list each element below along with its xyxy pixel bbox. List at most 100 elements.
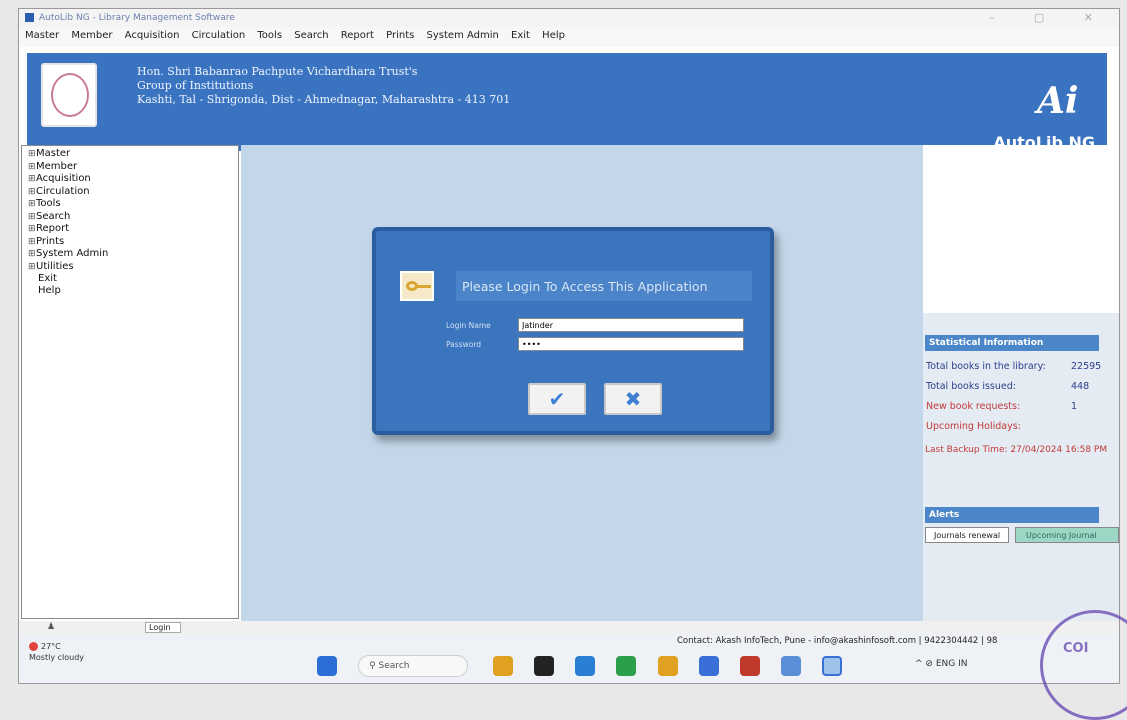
tab-upcoming-journal[interactable]: Upcoming Journal [1015,527,1119,543]
header-banner: Hon. Shri Babanrao Pachpute Vichardhara … [27,53,1107,152]
tree-item-tools[interactable]: ⊞Tools [28,198,238,211]
weather-widget[interactable]: 27°C Mostly cloudy [29,641,84,663]
expand-icon[interactable]: ⊞ [28,174,36,186]
login-name-input[interactable] [518,318,744,332]
contact-info: Contact: Akash InfoTech, Pune - info@aka… [677,636,998,646]
tree-item-system-admin[interactable]: ⊞System Admin [28,248,238,261]
statistics-heading: Statistical Information [925,335,1099,351]
windows-taskbar: 27°C Mostly cloudy Contact: Akash InfoTe… [19,635,1119,683]
tree-item-utilities[interactable]: ⊞Utilities [28,261,238,274]
title-bar: AutoLib NG - Library Management Software… [19,9,1119,27]
tab-journals-renewal[interactable]: Journals renewal [925,527,1009,543]
app-icon-autolib[interactable] [780,656,801,676]
ok-button[interactable]: ✔ [528,383,586,415]
chevron-up-icon[interactable]: ^ [915,659,923,669]
search-icon: ⚲ [369,661,379,671]
app-icon-chat[interactable] [575,656,596,676]
menu-exit[interactable]: Exit [511,30,530,41]
menu-circulation[interactable]: Circulation [192,30,246,41]
expand-icon[interactable]: ⊞ [28,199,36,211]
stat-label: Total books in the library: [926,361,1046,372]
login-dialog: Please Login To Access This Application … [372,227,774,435]
trust-logo [41,63,97,127]
stat-label: Total books issued: [926,381,1016,392]
tree-item-circulation[interactable]: ⊞Circulation [28,186,238,199]
stat-value: 448 [1071,381,1090,392]
window-controls[interactable]: – ▢ ✕ [989,11,1111,24]
login-name-label: Login Name [446,321,491,330]
tree-item-exit[interactable]: Exit [28,273,238,285]
tree-item-master[interactable]: ⊞Master [28,148,238,161]
user-icon: ♟ [47,622,56,632]
stat-row: New book requests: 1 [923,397,1119,417]
taskbar-apps: ⚲ Search [317,655,858,681]
status-login: Login [145,622,181,633]
last-backup-time: Last Backup Time: 27/04/2024 16:58 PM [925,445,1108,455]
expand-icon[interactable]: ⊞ [28,262,36,274]
cancel-button[interactable]: ✖ [604,383,662,415]
tree-item-acquisition[interactable]: ⊞Acquisition [28,173,238,186]
menu-member[interactable]: Member [71,30,112,41]
stat-row: Total books issued: 448 [923,377,1119,397]
expand-icon[interactable]: ⊞ [28,224,36,236]
app-icon-edge[interactable] [616,656,637,676]
app-icon-files[interactable] [657,656,678,676]
app-icon-chrome[interactable] [739,656,760,676]
app-icon-active[interactable] [821,656,842,676]
expand-icon[interactable]: ⊞ [28,212,36,224]
region-indicator: IN [958,659,968,669]
tree-item-search[interactable]: ⊞Search [28,211,238,224]
expand-icon[interactable]: ⊞ [28,237,36,249]
navigation-tree: ⊞Master ⊞Member ⊞Acquisition ⊞Circulatio… [21,145,239,619]
menu-acquisition[interactable]: Acquisition [125,30,180,41]
menu-search[interactable]: Search [294,30,328,41]
menu-system-admin[interactable]: System Admin [427,30,499,41]
app-icon [25,13,34,22]
network-icon[interactable]: ⊘ [925,659,935,669]
password-label: Password [446,340,482,349]
stat-row: Upcoming Holidays: [923,417,1119,437]
check-icon: ✔ [548,387,566,411]
windows-start-icon[interactable] [317,656,337,676]
stat-value: 1 [1071,401,1078,412]
org-line-3: Kashti, Tal - Shrigonda, Dist - Ahmednag… [137,93,511,106]
expand-icon[interactable]: ⊞ [28,187,36,199]
password-input[interactable] [518,337,744,351]
expand-icon[interactable]: ⊞ [28,149,36,161]
stat-value: 22595 [1071,361,1102,372]
tree-item-report[interactable]: ⊞Report [28,223,238,236]
weather-icon [29,642,38,651]
app-icon-widgets[interactable] [493,656,514,676]
window-title: AutoLib NG - Library Management Software [39,13,235,23]
stat-row: Total books in the library: 22595 [923,357,1119,377]
expand-icon[interactable]: ⊞ [28,162,36,174]
info-panel-blank [923,145,1119,313]
menu-prints[interactable]: Prints [386,30,414,41]
language-indicator[interactable]: ENG [936,659,955,669]
tree-item-prints[interactable]: ⊞Prints [28,236,238,249]
menu-tools[interactable]: Tools [257,30,282,41]
app-icon-store[interactable] [698,656,719,676]
autolib-logo-icon: Ai [1037,80,1079,122]
taskbar-search[interactable]: ⚲ Search [358,655,469,677]
menu-help[interactable]: Help [542,30,565,41]
stat-label: Upcoming Holidays: [926,421,1021,432]
stat-label: New book requests: [926,401,1021,412]
expand-icon[interactable]: ⊞ [28,249,36,261]
tree-item-member[interactable]: ⊞Member [28,161,238,174]
alerts-heading: Alerts [925,507,1099,523]
login-dialog-title: Please Login To Access This Application [456,271,752,301]
key-icon [400,271,434,301]
menu-master[interactable]: Master [25,30,59,41]
menu-report[interactable]: Report [341,30,374,41]
status-bar: ♟ Login [19,621,1119,635]
org-line-2: Group of Institutions [137,79,254,92]
close-icon: ✖ [624,387,642,411]
org-line-1: Hon. Shri Babanrao Pachpute Vichardhara … [137,65,418,78]
system-tray[interactable]: ^ ⊘ ENG IN [915,659,968,669]
temperature: 27°C [41,642,61,651]
app-icon-terminal[interactable] [534,656,555,676]
tree-item-help[interactable]: Help [28,285,238,297]
organization-name: Hon. Shri Babanrao Pachpute Vichardhara … [137,65,510,107]
statistics-list: Total books in the library: 22595 Total … [923,357,1119,437]
